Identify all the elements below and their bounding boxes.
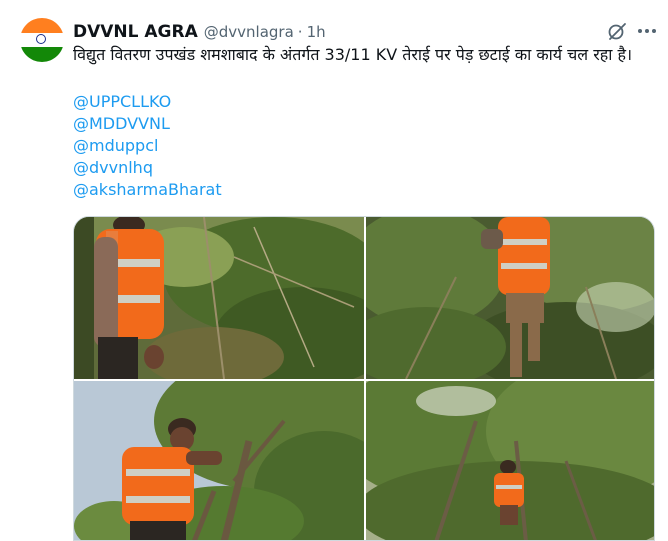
mention-link[interactable]: @MDDVVNL	[73, 113, 170, 135]
mention-link[interactable]: @UPPCLLKO	[73, 91, 171, 113]
user-handle[interactable]: @dvvnlagra	[204, 23, 294, 41]
separator-dot: ·	[297, 23, 303, 41]
photo-4[interactable]	[366, 381, 654, 540]
photo-3[interactable]	[74, 381, 364, 540]
tweet-header: DVVNL AGRA @dvvnlagra · 1h	[73, 20, 326, 44]
tweet[interactable]: DVVNL AGRA @dvvnlagra · 1h विद्युत वितरण…	[0, 0, 668, 541]
mention-link[interactable]: @mduppcl	[73, 135, 158, 157]
tweet-text: विद्युत वितरण उपखंड शमशाबाद के अंतर्गत 3…	[73, 45, 633, 64]
avatar[interactable]	[20, 18, 64, 62]
media-grid	[73, 216, 655, 541]
timestamp[interactable]: 1h	[307, 23, 326, 41]
mention-link[interactable]: @aksharmaBharat	[73, 179, 222, 201]
flag-green-band	[20, 47, 64, 62]
ashoka-chakra-icon	[36, 34, 46, 44]
grok-icon[interactable]	[606, 20, 628, 42]
photo-2[interactable]	[366, 217, 654, 379]
mention-link[interactable]: @dvvnlhq	[73, 157, 153, 179]
display-name[interactable]: DVVNL AGRA	[73, 22, 198, 42]
photo-1[interactable]	[74, 217, 364, 379]
more-horizontal-icon[interactable]	[636, 20, 658, 42]
flag-saffron-band	[20, 18, 64, 33]
